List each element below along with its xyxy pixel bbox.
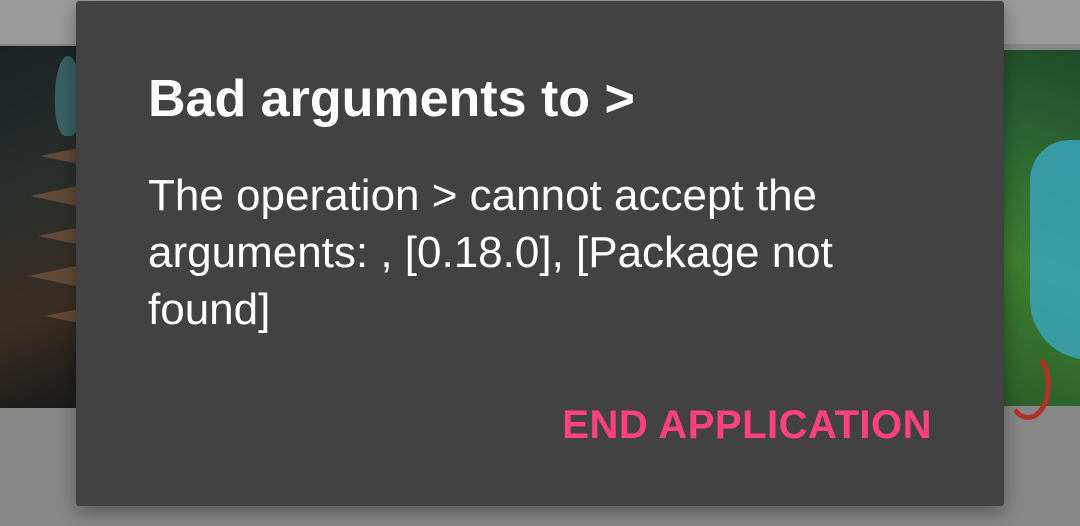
- artwork-spike: [30, 186, 78, 206]
- artwork-spike: [28, 266, 76, 286]
- dialog-message: The operation > cannot accept the argume…: [148, 171, 833, 334]
- end-application-button[interactable]: END APPLICATION: [562, 399, 932, 451]
- error-dialog: Bad arguments to > The operation > canno…: [76, 1, 1004, 506]
- artwork-curl: [1005, 350, 1051, 420]
- screen: Bad arguments to > The operation > canno…: [0, 0, 1080, 526]
- artwork-water: [1030, 140, 1080, 360]
- dialog-title: Bad arguments to >: [148, 70, 635, 128]
- dialog-actions: END APPLICATION: [562, 399, 932, 451]
